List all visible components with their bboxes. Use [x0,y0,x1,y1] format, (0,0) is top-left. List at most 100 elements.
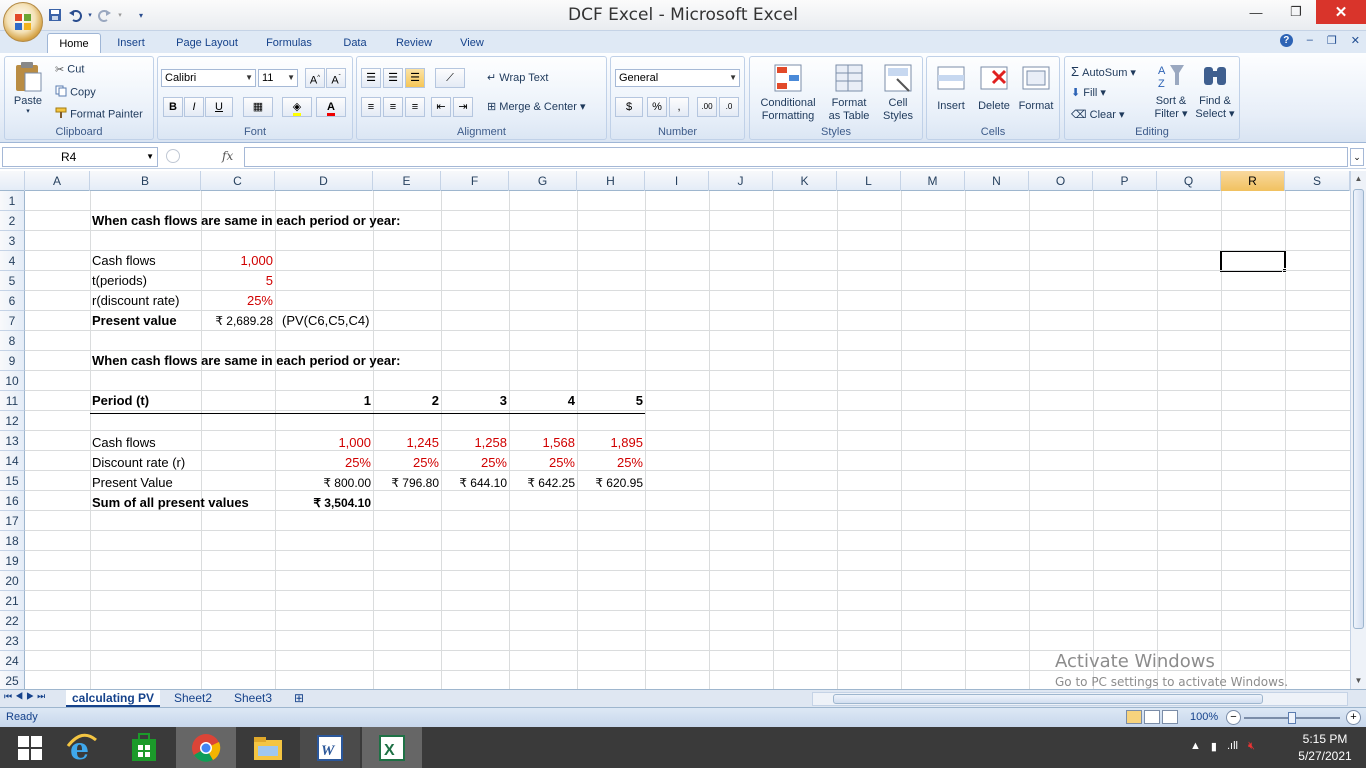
cell-d11[interactable]: 1 [275,391,371,411]
column-header[interactable]: N [965,171,1029,191]
row-header[interactable]: 10 [0,371,25,391]
row-header[interactable]: 1 [0,191,25,211]
bold-button[interactable]: B [163,97,183,117]
scroll-down-icon[interactable]: ▼ [1351,673,1366,689]
cell-styles-button[interactable]: Cell Styles [876,63,920,123]
page-layout-view-icon[interactable] [1144,710,1160,724]
row-header[interactable]: 6 [0,291,25,311]
cell-c5[interactable]: 5 [201,271,273,291]
tab-formulas[interactable]: Formulas [258,33,320,53]
taskbar-file-explorer[interactable] [238,727,298,768]
column-header[interactable]: D [275,171,373,191]
tab-review[interactable]: Review [388,33,440,53]
cell-c7[interactable]: ₹ 2,689.28 [201,311,273,331]
vertical-scrollbar[interactable]: ▲ ▼ [1350,171,1366,689]
column-header-selected[interactable]: R [1221,171,1285,191]
row-header[interactable]: 2 [0,211,25,231]
row-header[interactable]: 8 [0,331,25,351]
sheet-tab-sheet2[interactable]: Sheet2 [168,690,218,707]
taskbar-word[interactable]: W [300,727,360,768]
decrease-indent-button[interactable]: ⇤ [431,97,451,117]
expand-formula-bar-icon[interactable]: ⌄ [1350,148,1364,166]
column-header[interactable]: G [509,171,577,191]
tab-page-layout[interactable]: Page Layout [168,33,246,53]
row-header[interactable]: 3 [0,231,25,251]
row-header[interactable]: 9 [0,351,25,371]
cell-g11[interactable]: 4 [509,391,575,411]
column-header[interactable]: Q [1157,171,1221,191]
cell-e11[interactable]: 2 [373,391,439,411]
cell-b11[interactable]: Period (t) [92,391,149,411]
column-header[interactable]: B [90,171,201,191]
view-buttons[interactable] [1126,710,1178,724]
font-name-combo[interactable]: Calibri ▼ [161,69,256,87]
row-header[interactable]: 12 [0,411,25,431]
cell-b4[interactable]: Cash flows [92,251,156,271]
align-left-button[interactable]: ≡ [361,97,381,117]
sheet-tab-sheet3[interactable]: Sheet3 [228,690,278,707]
signal-icon[interactable]: .ıll [1227,740,1238,753]
row-header[interactable]: 4 [0,251,25,271]
column-header[interactable]: P [1093,171,1157,191]
fill-color-button[interactable]: ◈ [282,97,312,117]
merge-center-button[interactable]: ⊞ Merge & Center ▾ [487,100,586,113]
format-as-table-button[interactable]: Format as Table [824,63,874,123]
clear-button[interactable]: ⌫ Clear ▾ [1071,108,1125,121]
paste-button[interactable]: Paste ▾ [11,61,45,115]
column-header[interactable]: E [373,171,441,191]
increase-indent-button[interactable]: ⇥ [453,97,473,117]
row-header[interactable]: 14 [0,451,25,471]
row-header[interactable]: 18 [0,531,25,551]
office-button[interactable] [3,2,43,42]
format-cells-button[interactable]: Format [1015,63,1057,112]
redo-icon[interactable] [96,6,114,24]
currency-button[interactable]: $ [615,97,643,117]
ribbon-restore-icon[interactable]: ❐ [1327,34,1337,47]
row-header[interactable]: 21 [0,591,25,611]
tab-data[interactable]: Data [334,33,376,53]
help-icon[interactable]: ? [1279,34,1293,47]
save-icon[interactable] [46,6,64,24]
cell-c4[interactable]: 1,000 [201,251,273,271]
column-header[interactable]: O [1029,171,1093,191]
cell-b7[interactable]: Present value [92,311,177,331]
cell-f11[interactable]: 3 [441,391,507,411]
formula-input[interactable] [244,147,1348,167]
redo-dropdown-icon[interactable]: ▾ [116,6,124,24]
tab-view[interactable]: View [452,33,492,53]
select-all-corner[interactable] [0,171,25,191]
borders-button[interactable]: ▦ [243,97,273,117]
cell-b5[interactable]: t(periods) [92,271,147,291]
tab-insert[interactable]: Insert [108,33,154,53]
tray-expand-icon[interactable]: ▲ [1190,740,1201,753]
column-header[interactable]: M [901,171,965,191]
scroll-up-icon[interactable]: ▲ [1351,171,1366,187]
battery-icon[interactable]: ▮ [1211,740,1217,753]
active-cell-r4[interactable] [1220,250,1286,272]
column-header[interactable]: C [201,171,275,191]
font-color-button[interactable]: A [316,97,346,117]
cell-b9[interactable]: When cash flows are same in each period … [92,351,401,371]
zoom-level[interactable]: 100% [1190,711,1218,723]
column-header[interactable]: S [1285,171,1350,191]
h-scroll-thumb[interactable] [833,694,1263,704]
column-header[interactable]: J [709,171,773,191]
minimize-button[interactable]: — [1236,0,1276,24]
align-center-button[interactable]: ≡ [383,97,403,117]
font-size-combo[interactable]: 11 ▼ [258,69,298,87]
increase-decimal-button[interactable]: .00 [697,97,717,117]
number-format-combo[interactable]: General ▼ [615,69,740,87]
restore-button[interactable]: ❐ [1276,0,1316,24]
align-top-button[interactable]: ☰ [361,68,381,88]
row-header[interactable]: 25 [0,671,25,689]
column-header[interactable]: H [577,171,645,191]
taskbar-ie[interactable]: e [52,727,112,768]
close-button[interactable]: ✕ [1316,0,1366,24]
cell-b6[interactable]: r(discount rate) [92,291,179,311]
row-header[interactable]: 5 [0,271,25,291]
taskbar-store[interactable] [114,727,174,768]
insert-sheet-icon[interactable]: ⊞ [288,690,310,707]
zoom-in-icon[interactable]: + [1346,710,1361,725]
row-header[interactable]: 22 [0,611,25,631]
chevron-down-icon[interactable]: ▼ [146,148,154,166]
